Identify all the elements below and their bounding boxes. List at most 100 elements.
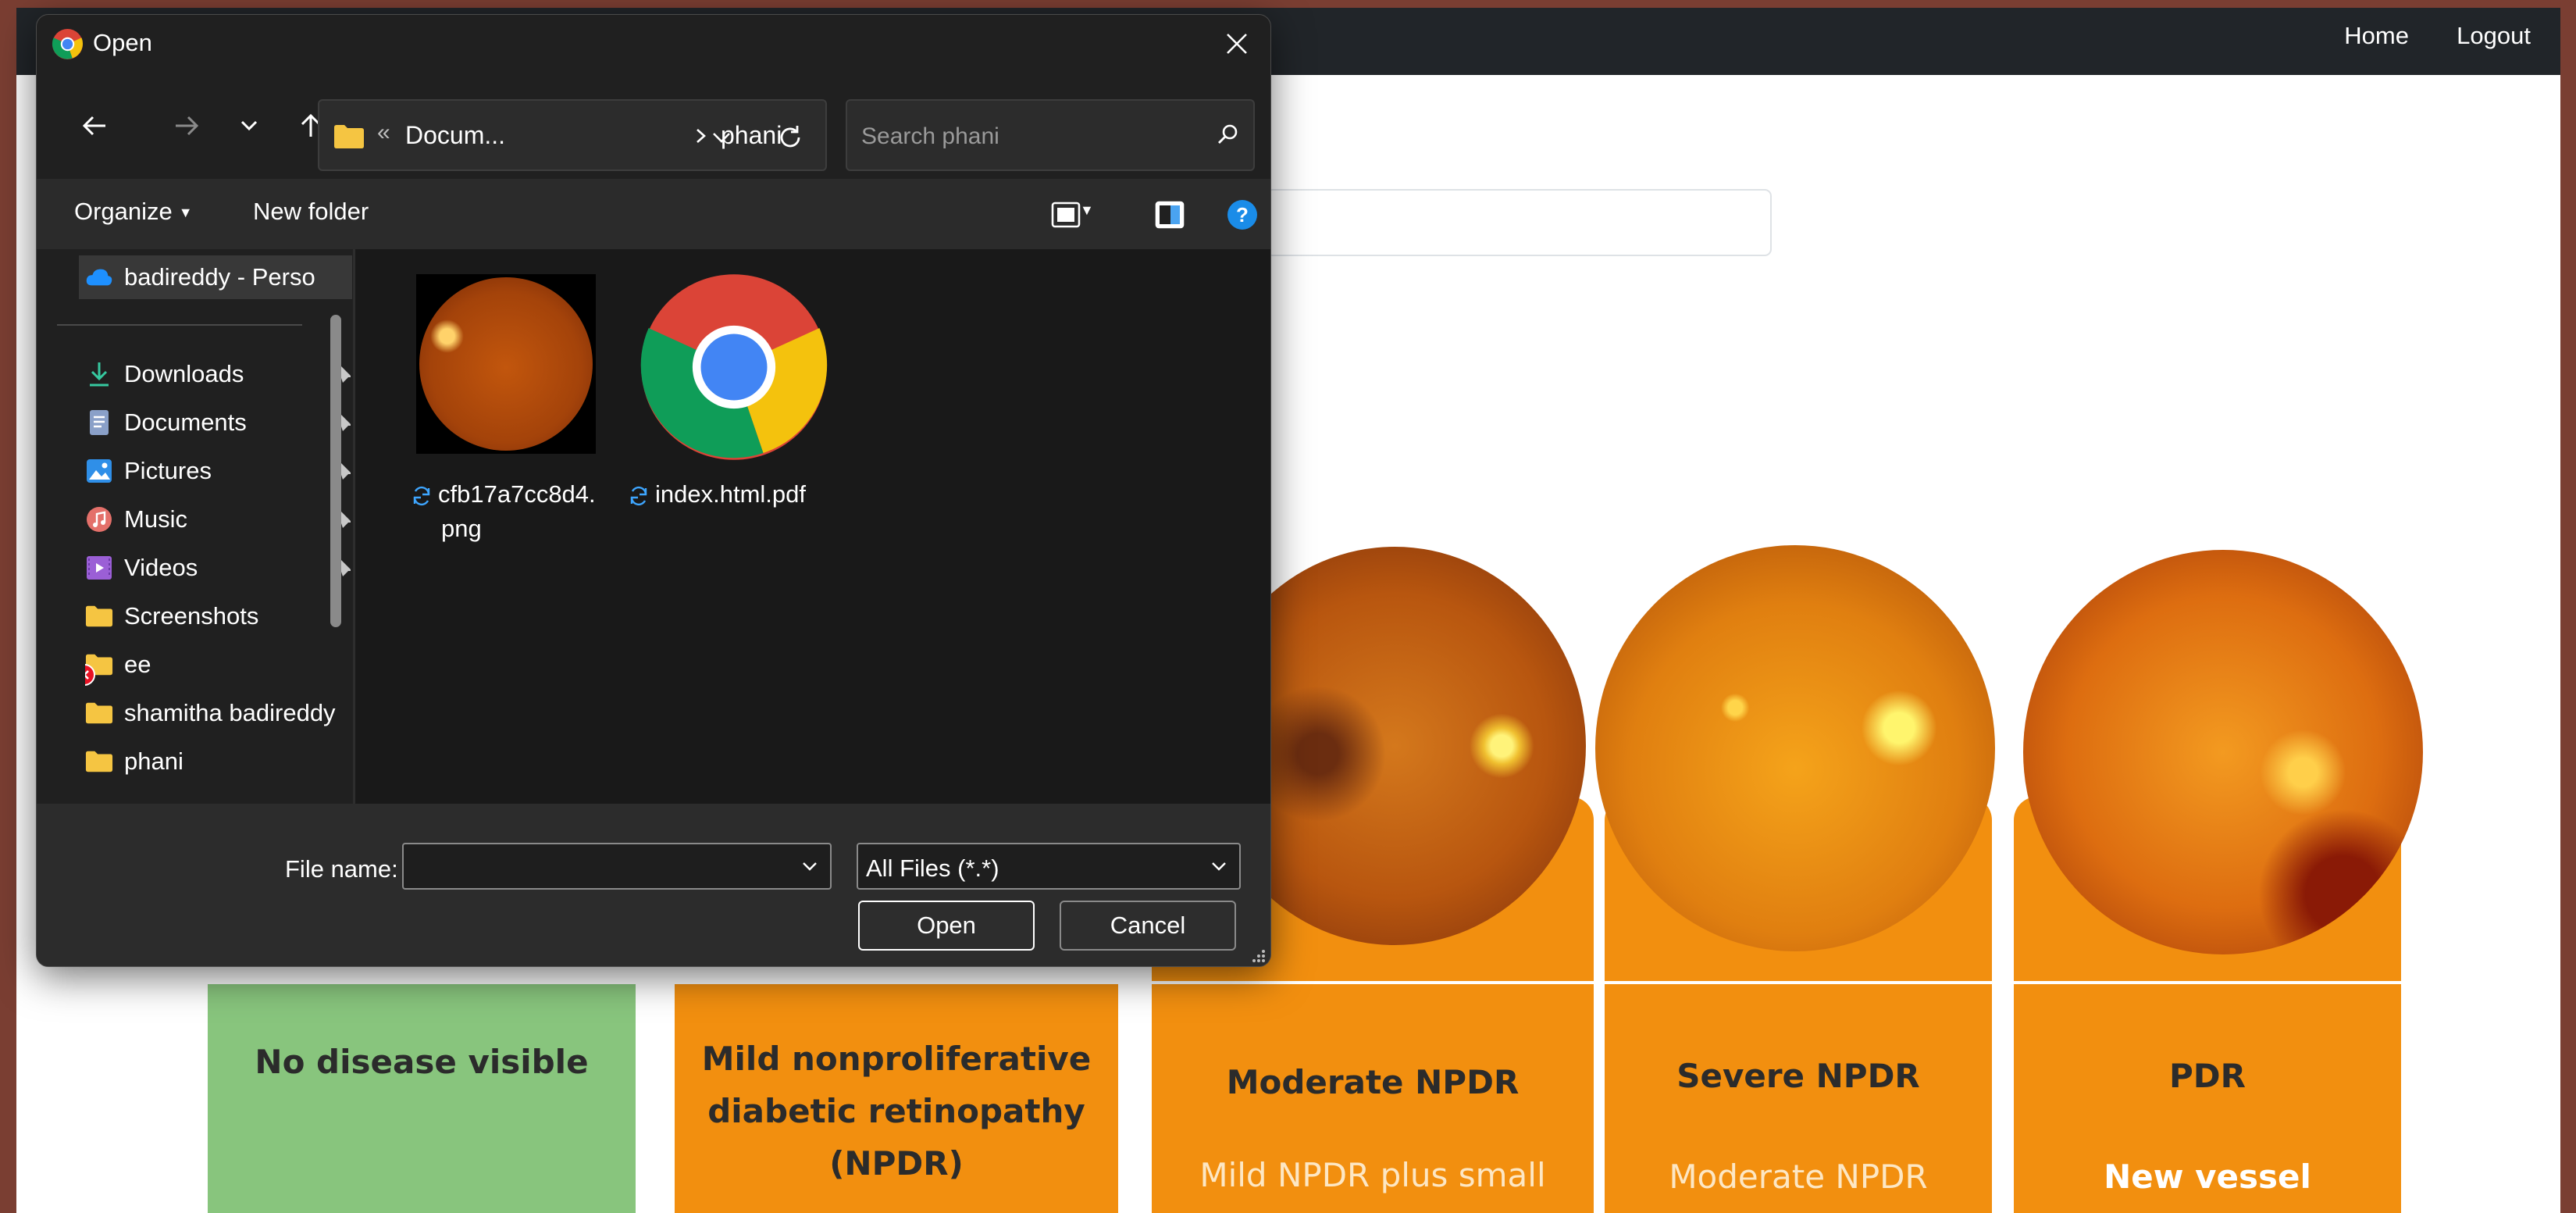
card-pdr: PDR New vessel	[2014, 984, 2401, 1213]
file-list-area[interactable]: cfb17a7cc8d4. png index.html.pdf	[355, 249, 1270, 804]
nav-home-link[interactable]: Home	[2344, 22, 2409, 50]
nav-item-ee[interactable]: ee	[85, 643, 351, 687]
organize-label: Organize	[74, 198, 173, 225]
file-name-line1: index.html.pdf	[655, 480, 806, 508]
refresh-icon	[780, 126, 800, 148]
nav-pane-scrollbar[interactable]	[330, 315, 341, 627]
folder-icon	[334, 125, 364, 148]
cancel-button[interactable]: Cancel	[1060, 901, 1236, 951]
nav-item-music[interactable]: Music	[85, 498, 351, 541]
nav-item-label: Pictures	[124, 457, 212, 484]
nav-item-label: ee	[124, 651, 151, 678]
download-icon	[85, 360, 113, 388]
help-icon: ?	[1227, 200, 1257, 230]
videos-icon	[85, 554, 113, 582]
folder-icon	[85, 602, 113, 630]
file-name-label: File name:	[285, 855, 398, 883]
recent-locations-button[interactable]	[227, 104, 271, 148]
search-input[interactable]	[861, 121, 1197, 152]
view-options-caret[interactable]: ▼	[1080, 202, 1094, 219]
nav-item-screenshots[interactable]: Screenshots	[85, 594, 351, 638]
error-badge-icon	[85, 664, 95, 686]
address-bar[interactable]: « Docum... phani	[318, 99, 827, 171]
card-moderate-npdr: Moderate NPDR Mild NPDR plus small	[1152, 984, 1594, 1213]
card-title: Mild nonproliferative diabetic retinopat…	[701, 1040, 1092, 1183]
sync-icon	[630, 486, 647, 505]
nav-item-label: Videos	[124, 554, 198, 581]
command-bar: Organize ▼ New folder ▼ ?	[37, 179, 1270, 249]
caret-down-icon: ▼	[178, 205, 193, 221]
file-name-input[interactable]	[412, 852, 771, 882]
file-name-line2: png	[441, 515, 482, 542]
nav-item-documents[interactable]: Documents	[85, 401, 351, 444]
back-button[interactable]	[73, 104, 116, 148]
nav-item-downloads[interactable]: Downloads	[85, 352, 351, 396]
card-mild-npdr: Mild nonproliferative diabetic retinopat…	[675, 984, 1118, 1213]
organize-menu[interactable]: Organize ▼	[74, 198, 193, 226]
cloud-icon	[85, 263, 113, 291]
preview-pane-button[interactable]	[1149, 194, 1190, 235]
breadcrumb-documents[interactable]: Docum...	[405, 121, 505, 150]
nav-item-phani[interactable]: phani	[85, 740, 351, 783]
address-history-dropdown[interactable]	[702, 118, 741, 157]
navigation-pane: badireddy - Perso Downloads Documents Pi…	[37, 249, 353, 804]
nav-item-label: shamitha badireddy	[124, 699, 336, 726]
arrow-right-icon	[176, 116, 199, 136]
chevron-down-icon	[240, 120, 258, 131]
nav-item-onedrive[interactable]: badireddy - Perso	[79, 255, 352, 299]
documents-icon	[85, 408, 113, 437]
arrow-left-icon	[82, 116, 105, 136]
card-description: Mild NPDR plus small	[1199, 1156, 1546, 1194]
forward-button[interactable]	[165, 104, 208, 148]
chevron-down-icon	[1212, 862, 1226, 871]
search-icon	[1218, 124, 1238, 144]
folder-error-icon	[85, 651, 113, 686]
navigation-row: « Docum... phani	[37, 77, 1270, 179]
card-title: Moderate NPDR	[1226, 1063, 1520, 1101]
file-name-combobox[interactable]	[402, 843, 832, 890]
nav-item-label: Documents	[124, 408, 247, 436]
nav-item-videos[interactable]: Videos	[85, 546, 351, 590]
help-button[interactable]: ?	[1222, 194, 1263, 235]
page-text-input[interactable]	[1266, 189, 1772, 256]
chevron-down-icon[interactable]	[800, 857, 819, 876]
card-title: PDR	[2169, 1057, 2246, 1095]
retina-thumbnail	[416, 274, 596, 454]
chrome-icon	[52, 29, 84, 59]
nav-item-label: Music	[124, 505, 187, 533]
open-button[interactable]: Open	[858, 901, 1035, 951]
new-folder-button[interactable]: New folder	[253, 198, 369, 226]
open-file-dialog: Open « Docum... phani Search phani Organ…	[36, 14, 1271, 967]
nav-item-shamitha[interactable]: shamitha badireddy	[85, 691, 351, 735]
close-icon	[1227, 34, 1247, 54]
preview-pane-icon	[1155, 201, 1185, 229]
nav-logout-link[interactable]: Logout	[2457, 22, 2531, 50]
music-icon	[85, 505, 113, 533]
card-title: No disease visible	[255, 1043, 589, 1081]
search-box[interactable]	[846, 99, 1255, 171]
view-icon	[1051, 202, 1081, 228]
card-severe-npdr: Severe NPDR Moderate NPDR	[1605, 984, 1992, 1213]
file-name: index.html.pdf	[627, 477, 861, 512]
file-name-line1: cfb17a7cc8d4.	[438, 480, 596, 508]
card-description: New vessel	[2104, 1158, 2311, 1196]
close-button[interactable]	[1219, 26, 1255, 62]
dialog-titlebar[interactable]: Open	[37, 15, 1270, 71]
resize-grip-icon[interactable]	[1249, 946, 1266, 963]
breadcrumb-overflow[interactable]: «	[377, 120, 390, 146]
file-type-value: All Files (*.*)	[866, 854, 999, 882]
nav-item-label: Screenshots	[124, 602, 259, 630]
chevron-down-icon	[713, 133, 730, 143]
nav-item-pictures[interactable]: Pictures	[85, 449, 351, 493]
card-description: Moderate NPDR	[1669, 1158, 1928, 1196]
file-type-select[interactable]: All Files (*.*)	[857, 843, 1241, 890]
nav-item-label: Downloads	[124, 360, 244, 387]
folder-icon	[85, 747, 113, 776]
chrome-icon	[640, 274, 828, 460]
fundus-image-pdr	[2023, 550, 2423, 954]
dialog-title: Open	[93, 29, 152, 56]
nav-separator	[57, 324, 302, 326]
refresh-button[interactable]	[771, 118, 810, 157]
dialog-footer: File name: All Files (*.*) Open Cancel	[37, 804, 1270, 966]
fundus-image-severe	[1595, 545, 1995, 951]
